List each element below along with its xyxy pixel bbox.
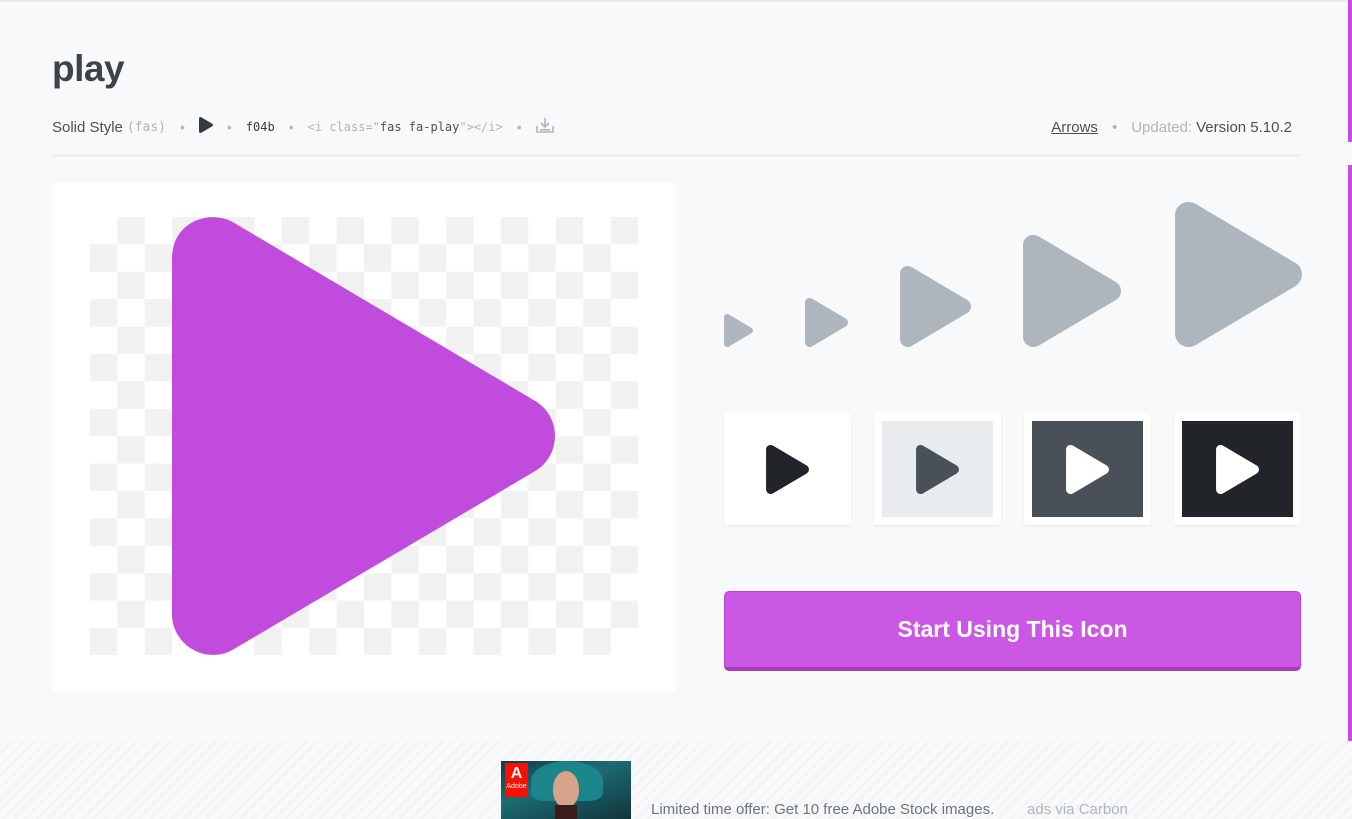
ad-image[interactable]: A Adobe bbox=[501, 761, 631, 819]
play-icon bbox=[1023, 235, 1121, 347]
tile-dark-gray bbox=[1024, 413, 1151, 525]
ad-text[interactable]: Limited time offer: Get 10 free Adobe St… bbox=[651, 801, 994, 818]
play-icon bbox=[1175, 202, 1302, 347]
separator: • bbox=[516, 119, 522, 135]
tile-bg bbox=[1182, 421, 1293, 517]
icon-meta-right: Arrows • Updated: Version 5.10.2 bbox=[1051, 114, 1292, 140]
html-snippet[interactable]: <i class="fas fa-play"></i> bbox=[308, 120, 503, 134]
top-border bbox=[0, 0, 1352, 2]
separator: • bbox=[288, 119, 294, 135]
version-value: Version 5.10.2 bbox=[1196, 118, 1292, 136]
ad-image-neck bbox=[555, 805, 577, 819]
play-icon bbox=[766, 444, 809, 494]
play-icon bbox=[1216, 444, 1259, 494]
page-title: play bbox=[52, 48, 125, 89]
play-icon bbox=[900, 266, 971, 347]
unicode-value[interactable]: f04b bbox=[246, 120, 275, 134]
start-using-button[interactable]: Start Using This Icon bbox=[724, 591, 1301, 671]
adobe-logo: A Adobe bbox=[505, 763, 528, 797]
scrollbar-thumb[interactable] bbox=[1348, 165, 1352, 741]
separator: • bbox=[180, 119, 185, 135]
updated-label: Updated: bbox=[1131, 118, 1193, 136]
scrollbar-track-top[interactable] bbox=[1348, 0, 1352, 142]
tile-light-gray bbox=[874, 413, 1001, 525]
ad-via-link[interactable]: ads via Carbon bbox=[1027, 801, 1128, 818]
icon-meta: Solid Style (fas) • • f04b • <i class="f… bbox=[52, 114, 554, 140]
play-icon bbox=[1066, 444, 1109, 494]
tile-white bbox=[724, 413, 851, 525]
divider bbox=[52, 154, 1301, 157]
category-link[interactable]: Arrows bbox=[1051, 119, 1098, 136]
play-icon bbox=[916, 444, 959, 494]
tile-black bbox=[1174, 413, 1301, 525]
ad-banner: A Adobe Limited time offer: Get 10 free A… bbox=[0, 741, 1352, 819]
play-icon bbox=[805, 298, 848, 347]
download-icon[interactable] bbox=[535, 117, 554, 138]
play-icon bbox=[172, 217, 555, 655]
tile-bg bbox=[1032, 421, 1143, 517]
tile-bg bbox=[732, 421, 843, 517]
style-label: Solid Style bbox=[52, 118, 123, 136]
style-prefix: (fas) bbox=[126, 119, 167, 135]
size-variants bbox=[724, 200, 1302, 350]
large-preview bbox=[52, 183, 676, 692]
separator: • bbox=[1111, 118, 1118, 136]
play-icon bbox=[724, 314, 753, 347]
separator: • bbox=[226, 119, 232, 135]
play-icon[interactable] bbox=[198, 117, 213, 137]
tile-bg bbox=[882, 421, 993, 517]
ad-image-face bbox=[553, 771, 579, 807]
